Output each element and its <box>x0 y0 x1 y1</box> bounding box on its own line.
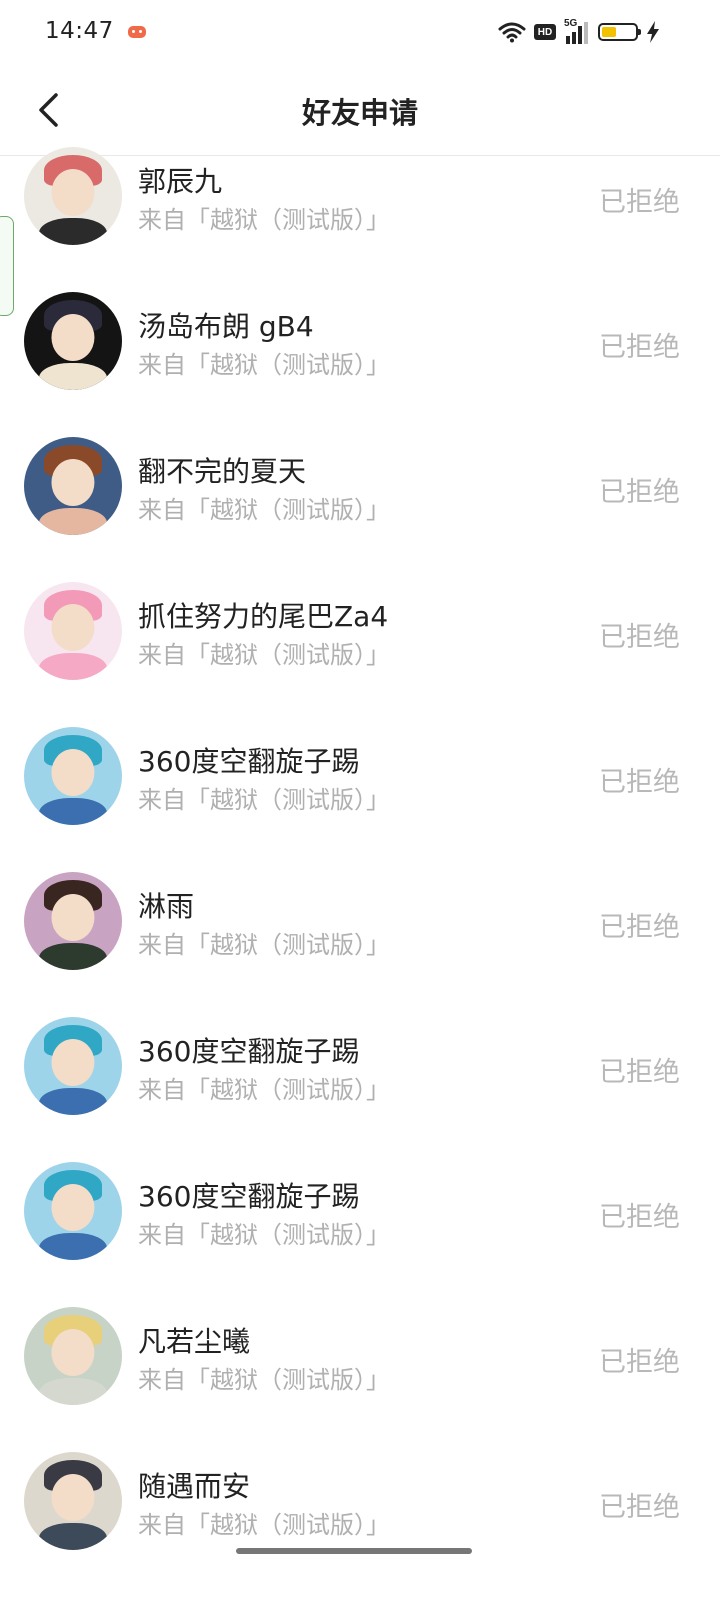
signal-bar <box>584 22 588 44</box>
requester-name[interactable]: 汤岛布朗 gB4 <box>138 305 314 345</box>
request-source: 来自「越狱（测试版）」 <box>138 351 390 379</box>
request-source: 来自「越狱（测试版）」 <box>138 1076 390 1104</box>
avatar[interactable] <box>24 1307 122 1405</box>
requester-name[interactable]: 凡若尘曦 <box>138 1320 250 1360</box>
requester-name[interactable]: 360度空翻旋子踢 <box>138 1030 359 1070</box>
request-status: 已拒绝 <box>599 1347 680 1378</box>
requester-name[interactable]: 抓住努力的尾巴Za4 <box>138 595 388 635</box>
requester-name[interactable]: 淋雨 <box>138 885 194 925</box>
request-row[interactable]: 淋雨 来自「越狱（测试版）」 已拒绝 <box>0 851 720 996</box>
request-row[interactable]: 360度空翻旋子踢 来自「越狱（测试版）」 已拒绝 <box>0 706 720 851</box>
game-icon <box>128 26 146 38</box>
request-status: 已拒绝 <box>599 332 680 363</box>
request-row[interactable]: 凡若尘曦 来自「越狱（测试版）」 已拒绝 <box>0 1286 720 1431</box>
friend-requests-screen: 14:47 HD 5G 好友申请 郭辰九 来自「越狱（测试版）」 已拒绝 汤岛布… <box>0 0 720 1600</box>
request-source: 来自「越狱（测试版）」 <box>138 641 390 669</box>
status-time: 14:47 <box>45 18 114 44</box>
request-status: 已拒绝 <box>599 1202 680 1233</box>
list-inner: 郭辰九 来自「越狱（测试版）」 已拒绝 汤岛布朗 gB4 来自「越狱（测试版）」… <box>0 126 720 1576</box>
request-row[interactable]: 抓住努力的尾巴Za4 来自「越狱（测试版）」 已拒绝 <box>0 561 720 706</box>
avatar[interactable] <box>24 727 122 825</box>
requester-name[interactable]: 郭辰九 <box>138 160 222 200</box>
request-source: 来自「越狱（测试版）」 <box>138 496 390 524</box>
request-source: 来自「越狱（测试版）」 <box>138 931 390 959</box>
request-row[interactable]: 翻不完的夏天 来自「越狱（测试版）」 已拒绝 <box>0 416 720 561</box>
request-source: 来自「越狱（测试版）」 <box>138 206 390 234</box>
battery-level <box>602 27 617 37</box>
request-source: 来自「越狱（测试版）」 <box>138 1511 390 1539</box>
side-tab-handle[interactable] <box>0 216 14 316</box>
requester-name[interactable]: 随遇而安 <box>138 1465 250 1505</box>
battery-icon <box>598 23 641 41</box>
charging-bolt-icon <box>646 21 660 43</box>
avatar[interactable] <box>24 872 122 970</box>
requester-name[interactable]: 翻不完的夏天 <box>138 450 306 490</box>
request-status: 已拒绝 <box>599 767 680 798</box>
request-status: 已拒绝 <box>599 477 680 508</box>
home-indicator[interactable] <box>236 1548 472 1554</box>
status-icons: HD 5G <box>498 18 660 46</box>
signal-5g-icon: 5G <box>564 18 590 44</box>
avatar[interactable] <box>24 437 122 535</box>
avatar[interactable] <box>24 1452 122 1550</box>
request-status: 已拒绝 <box>599 622 680 653</box>
request-row[interactable]: 汤岛布朗 gB4 来自「越狱（测试版）」 已拒绝 <box>0 271 720 416</box>
friend-request-list[interactable]: 郭辰九 来自「越狱（测试版）」 已拒绝 汤岛布朗 gB4 来自「越狱（测试版）」… <box>0 126 720 1600</box>
request-status: 已拒绝 <box>599 912 680 943</box>
request-status: 已拒绝 <box>599 187 680 218</box>
request-source: 来自「越狱（测试版）」 <box>138 786 390 814</box>
requester-name[interactable]: 360度空翻旋子踢 <box>138 1175 359 1215</box>
request-row[interactable]: 郭辰九 来自「越狱（测试版）」 已拒绝 <box>0 126 720 271</box>
wifi-icon <box>498 21 526 43</box>
requester-name[interactable]: 360度空翻旋子踢 <box>138 740 359 780</box>
signal-bar <box>566 36 570 44</box>
avatar[interactable] <box>24 147 122 245</box>
request-source: 来自「越狱（测试版）」 <box>138 1366 390 1394</box>
signal-bar <box>572 32 576 44</box>
network-label: 5G <box>564 18 578 29</box>
avatar[interactable] <box>24 292 122 390</box>
avatar[interactable] <box>24 1162 122 1260</box>
request-status: 已拒绝 <box>599 1057 680 1088</box>
request-source: 来自「越狱（测试版）」 <box>138 1221 390 1249</box>
avatar[interactable] <box>24 582 122 680</box>
hd-icon: HD <box>534 24 556 40</box>
request-status: 已拒绝 <box>599 1492 680 1523</box>
avatar[interactable] <box>24 1017 122 1115</box>
request-row[interactable]: 360度空翻旋子踢 来自「越狱（测试版）」 已拒绝 <box>0 1141 720 1286</box>
signal-bar <box>578 26 582 44</box>
status-bar: 14:47 HD 5G <box>0 0 720 64</box>
request-row[interactable]: 360度空翻旋子踢 来自「越狱（测试版）」 已拒绝 <box>0 996 720 1141</box>
request-row[interactable]: 随遇而安 来自「越狱（测试版）」 已拒绝 <box>0 1431 720 1576</box>
